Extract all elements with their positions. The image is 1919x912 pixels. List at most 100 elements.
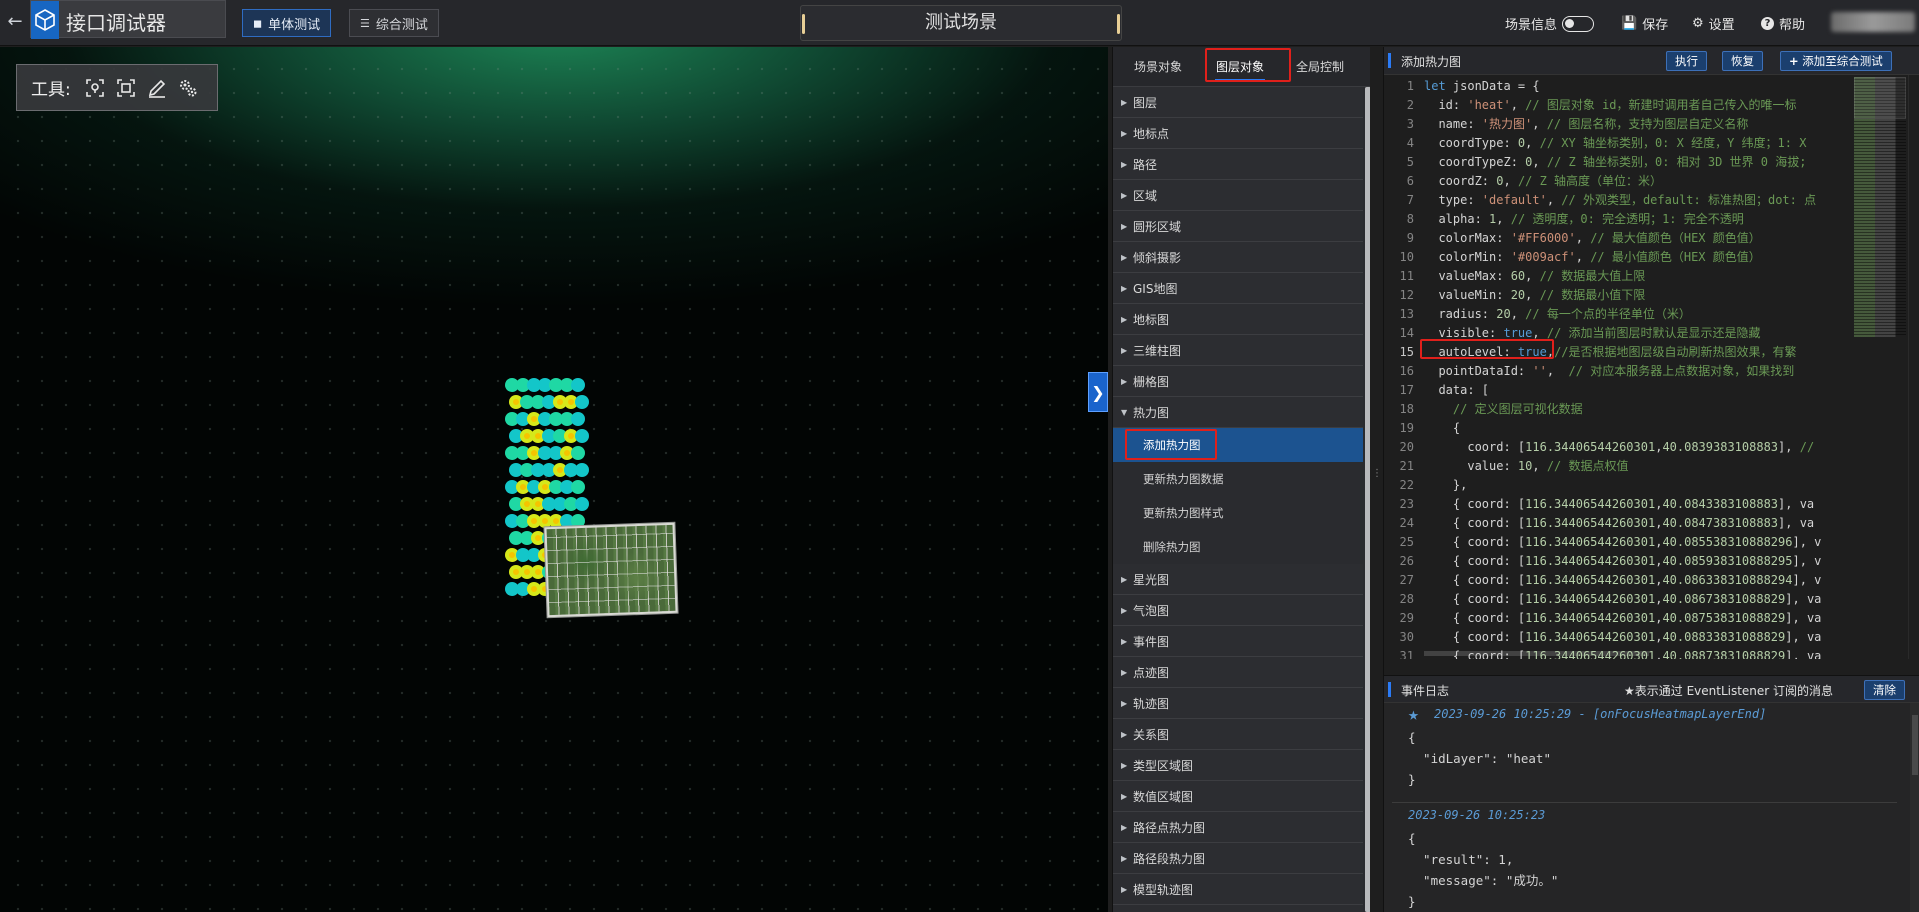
code-line[interactable]: 13 radius: 20, // 每一个点的半径单位（米） [1384, 305, 1854, 324]
code-line[interactable]: 26 { coord: [116.34406544260301,40.08593… [1384, 552, 1854, 571]
code-line[interactable]: 1 let jsonData = { [1384, 77, 1854, 96]
user-avatar[interactable] [1831, 12, 1915, 32]
code-editor[interactable]: 1 let jsonData = {2 id: 'heat', // 图层对象 i… [1384, 75, 1919, 659]
tree-item[interactable]: ▶ 点迹图 [1113, 657, 1363, 688]
settings-button[interactable]: ⚙ 设置 [1692, 14, 1735, 33]
code-line[interactable]: 7 type: 'default', // 外观类型，default: 标准热图… [1384, 191, 1854, 210]
code-line[interactable]: 5 coordTypeZ: 0, // Z 轴坐标类别，0: 相对 3D 世界 … [1384, 153, 1854, 172]
location-pin-icon[interactable] [84, 77, 106, 99]
code-line[interactable]: 4 coordType: 0, // XY 轴坐标类别，0: X 经度，Y 纬度… [1384, 134, 1854, 153]
code-line[interactable]: 23 { coord: [116.34406544260301,40.08433… [1384, 495, 1854, 514]
log-scrollbar[interactable] [1910, 703, 1919, 912]
help-button[interactable]: ? 帮助 [1761, 14, 1805, 33]
code-line[interactable]: 25 { coord: [116.34406544260301,40.08553… [1384, 533, 1854, 552]
minimap-viewport[interactable] [1854, 77, 1906, 119]
tree-subitem-label: 添加热力图 [1143, 438, 1201, 452]
code-line[interactable]: 22 }, [1384, 476, 1854, 495]
tree-item[interactable]: ▶ 地标点 [1113, 118, 1363, 149]
scrollbar-thumb[interactable] [1365, 87, 1370, 912]
tab-global-control[interactable]: 全局控制 [1283, 53, 1357, 81]
code-line[interactable]: 20 coord: [116.34406544260301,40.0839383… [1384, 438, 1854, 457]
collapse-panel-button[interactable]: ❯ [1088, 372, 1108, 412]
add-to-integration-button[interactable]: + 添加至综合测试 [1780, 51, 1892, 71]
tree-item[interactable]: ▶ 关系图 [1113, 719, 1363, 750]
tab-scene-objects[interactable]: 场景对象 [1123, 53, 1193, 81]
tree-item[interactable]: ▶ 图层 [1113, 87, 1363, 118]
tree-subitem[interactable]: 更新热力图样式 [1113, 496, 1363, 530]
splitter-handle[interactable]: ⋮ [1372, 469, 1382, 488]
code-token: 116.34406544260301 [1525, 611, 1656, 625]
gears-icon[interactable] [177, 77, 199, 99]
scene-info-toggle[interactable]: 场景信息 [1505, 14, 1595, 33]
box-select-icon[interactable] [115, 77, 137, 99]
tree-item-label: 轨迹图 [1133, 696, 1170, 711]
tree-item[interactable]: ▶ 倾斜摄影 [1113, 242, 1363, 273]
toggle-switch[interactable] [1562, 15, 1595, 32]
tree-item[interactable]: ▶ 路径 [1113, 149, 1363, 180]
tree-item[interactable]: ▼ 热力图 [1113, 397, 1363, 428]
code-vertical-scrollbar[interactable] [1908, 75, 1919, 659]
code-line[interactable]: 30 { coord: [116.34406544260301,40.08833… [1384, 628, 1854, 647]
tree-item[interactable]: ▶ 气泡图 [1113, 595, 1363, 626]
run-button[interactable]: 执行 [1666, 51, 1707, 71]
tree-subitem[interactable]: 更新热力图数据 [1113, 462, 1363, 496]
code-line[interactable]: 29 { coord: [116.34406544260301,40.08753… [1384, 609, 1854, 628]
tree-item[interactable]: ▶ 模型轨迹图 [1113, 874, 1363, 905]
tree-item[interactable]: ▶ 圆形区域 [1113, 211, 1363, 242]
caret-right-icon: ▶ [1121, 252, 1128, 262]
code-line[interactable]: 14 visible: true, // 添加当前图层时默认是显示还是隐藏 [1384, 324, 1854, 343]
star-icon: ★ [1408, 704, 1419, 725]
code-line[interactable]: 12 valueMin: 20, // 数据最小值下限 [1384, 286, 1854, 305]
tree-item[interactable]: ▶ 三维柱图 [1113, 335, 1363, 366]
header-accent [1388, 682, 1391, 697]
tree-item[interactable]: ▶ 星光图 [1113, 564, 1363, 595]
tree-item-label: GIS地图 [1133, 281, 1178, 296]
tree-item[interactable]: ▶ 区域 [1113, 180, 1363, 211]
code-line[interactable]: 10 colorMin: '#009acf', // 最小值颜色（HEX 颜色值… [1384, 248, 1854, 267]
back-arrow-icon[interactable]: ← [2, 8, 28, 36]
tree-item[interactable]: ▶ 路径段热力图 [1113, 843, 1363, 874]
tree-subitem[interactable]: 删除热力图 [1113, 530, 1363, 564]
code-line[interactable]: 27 { coord: [116.34406544260301,40.08633… [1384, 571, 1854, 590]
code-line[interactable]: 9 colorMax: '#FF6000', // 最大值颜色（HEX 颜色值） [1384, 229, 1854, 248]
scrollbar-thumb[interactable] [1912, 715, 1918, 775]
tree-item[interactable]: ▶ 地标图 [1113, 304, 1363, 335]
code-line[interactable]: 31 { coord: [116.34406544260301,40.08873… [1384, 647, 1854, 659]
tree-item[interactable]: ▶ 数值区域图 [1113, 781, 1363, 812]
tree-item[interactable]: ▶模型地标图 [1113, 905, 1363, 912]
code-line[interactable]: 17 data: [ [1384, 381, 1854, 400]
code-line[interactable]: 3 name: '热力图', // 图层名称，支持为图层自定义名称 [1384, 115, 1854, 134]
code-line[interactable]: 19 { [1384, 419, 1854, 438]
tree-item[interactable]: ▶ 类型区域图 [1113, 750, 1363, 781]
tab-layer-objects[interactable]: 图层对象 [1207, 53, 1273, 81]
tree-item[interactable]: ▶ 栅格图 [1113, 366, 1363, 397]
tree-item-label: 关系图 [1133, 727, 1170, 742]
code-line[interactable]: 21 value: 10, // 数据点权值 [1384, 457, 1854, 476]
code-line[interactable]: 6 coordZ: 0, // Z 轴高度（单位：米） [1384, 172, 1854, 191]
tab-integration-test[interactable]: ☰ 综合测试 [349, 9, 439, 37]
restore-button[interactable]: 恢复 [1722, 51, 1763, 71]
tree-subitem[interactable]: 添加热力图 [1113, 428, 1363, 462]
clear-button[interactable]: 清除 [1864, 680, 1905, 700]
code-line[interactable]: 18 // 定义图层可视化数据 [1384, 400, 1854, 419]
tree-item[interactable]: ▶ GIS地图 [1113, 273, 1363, 304]
heat-point [571, 412, 585, 426]
pencil-icon[interactable] [146, 77, 168, 99]
code-line[interactable]: 16 pointDataId: '', // 对应本服务器上点数据对象，如果找到 [1384, 362, 1854, 381]
tree-scrollbar[interactable] [1365, 87, 1370, 912]
code-line[interactable]: 15 autoLevel: true,//是否根据地图层级自动刷新热图效果，有繁 [1384, 343, 1854, 362]
map-viewport[interactable]: 工具: [0, 47, 1108, 912]
tree-item[interactable]: ▶ 事件图 [1113, 626, 1363, 657]
tree-item[interactable]: ▶ 轨迹图 [1113, 688, 1363, 719]
tree-item[interactable]: ▶ 路径点热力图 [1113, 812, 1363, 843]
code-line[interactable]: 8 alpha: 1, // 透明度，0: 完全透明；1: 完全不透明 [1384, 210, 1854, 229]
code-line[interactable]: 2 id: 'heat', // 图层对象 id，新建时调用者自己传入的唯一标 [1384, 96, 1854, 115]
save-button[interactable]: 💾 保存 [1621, 14, 1668, 33]
heat-point [571, 446, 585, 460]
tab-unit-test[interactable]: ◼ 单体测试 [242, 9, 332, 37]
code-line[interactable]: 28 { coord: [116.34406544260301,40.08673… [1384, 590, 1854, 609]
code-line[interactable]: 24 { coord: [116.34406544260301,40.08473… [1384, 514, 1854, 533]
code-line[interactable]: 11 valueMax: 60, // 数据最大值上限 [1384, 267, 1854, 286]
line-content: { coord: [116.34406544260301,40.08753831… [1424, 609, 1822, 628]
code-token: { coord: [ [1424, 573, 1526, 587]
